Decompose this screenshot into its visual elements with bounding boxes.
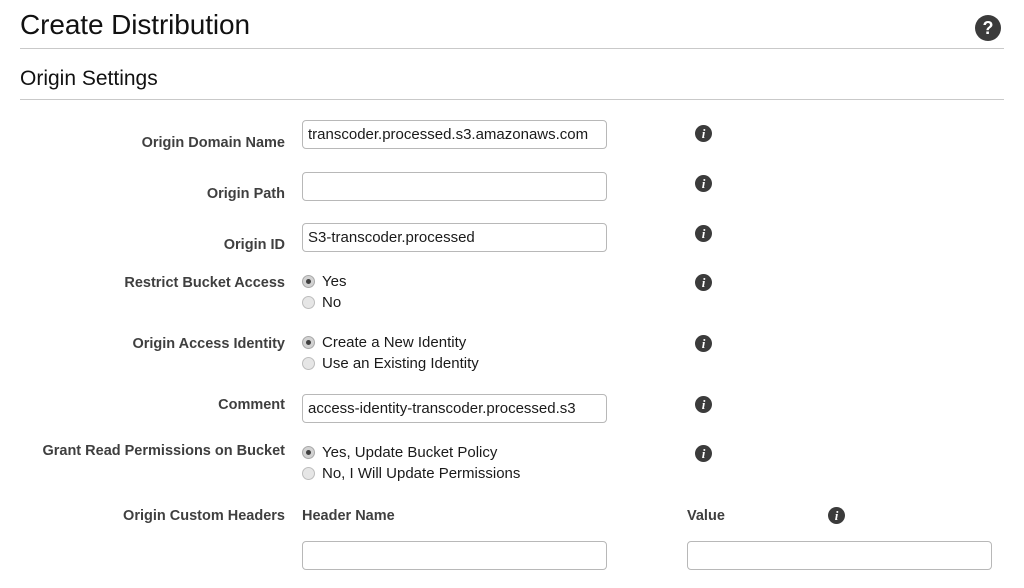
origin-path-input[interactable] bbox=[302, 172, 607, 201]
page-header: Create Distribution ? bbox=[20, 8, 1004, 48]
radio-mark bbox=[302, 296, 315, 309]
column-header-value: Value bbox=[687, 508, 725, 524]
radio-group-grant-read-permissions: Yes, Update Bucket Policy No, I Will Upd… bbox=[302, 442, 520, 484]
info-icon-comment[interactable]: i bbox=[695, 396, 712, 413]
radio-group-origin-access-identity: Create a New Identity Use an Existing Id… bbox=[302, 332, 479, 374]
info-icon-origin-path[interactable]: i bbox=[695, 175, 712, 192]
radio-mark bbox=[302, 336, 315, 349]
radio-origin-access-identity-create-new[interactable]: Create a New Identity bbox=[302, 332, 479, 353]
section-title-origin-settings: Origin Settings bbox=[20, 67, 158, 90]
info-icon-origin-domain-name[interactable]: i bbox=[695, 125, 712, 142]
radio-grant-read-permissions-no[interactable]: No, I Will Update Permissions bbox=[302, 463, 520, 484]
radio-origin-access-identity-use-existing[interactable]: Use an Existing Identity bbox=[302, 353, 479, 374]
radio-group-restrict-bucket-access: Yes No bbox=[302, 271, 346, 313]
column-header-header-name: Header Name bbox=[302, 508, 395, 524]
radio-label: Yes, Update Bucket Policy bbox=[322, 444, 498, 461]
radio-label: No bbox=[322, 294, 342, 311]
label-origin-path: Origin Path bbox=[206, 186, 285, 202]
radio-mark bbox=[302, 446, 315, 459]
comment-input[interactable] bbox=[302, 394, 607, 423]
label-origin-custom-headers: Origin Custom Headers bbox=[123, 508, 285, 524]
radio-label: Create a New Identity bbox=[322, 334, 467, 351]
section-divider bbox=[20, 99, 1004, 100]
info-icon-origin-custom-headers[interactable]: i bbox=[828, 507, 845, 524]
radio-grant-read-permissions-yes[interactable]: Yes, Update Bucket Policy bbox=[302, 442, 520, 463]
radio-mark bbox=[302, 357, 315, 370]
radio-label: Yes bbox=[322, 273, 347, 290]
custom-header-value-input-0[interactable] bbox=[687, 541, 992, 570]
label-origin-access-identity: Origin Access Identity bbox=[132, 336, 285, 352]
radio-mark bbox=[302, 467, 315, 480]
radio-mark bbox=[302, 275, 315, 288]
label-origin-domain-name: Origin Domain Name bbox=[141, 135, 285, 151]
label-grant-read-permissions: Grant Read Permissions on Bucket bbox=[42, 443, 285, 459]
radio-restrict-bucket-access-yes[interactable]: Yes bbox=[302, 271, 346, 292]
info-icon-origin-id[interactable]: i bbox=[695, 225, 712, 242]
origin-domain-name-input[interactable] bbox=[302, 120, 607, 149]
origin-id-input[interactable] bbox=[302, 223, 607, 252]
radio-label: No, I Will Update Permissions bbox=[322, 465, 521, 482]
help-circle-icon[interactable]: ? bbox=[975, 15, 1001, 41]
info-icon-grant-read-permissions[interactable]: i bbox=[695, 445, 712, 462]
label-origin-id: Origin ID bbox=[223, 237, 285, 253]
label-comment: Comment bbox=[218, 397, 285, 413]
create-distribution-page: Create Distribution ? Origin Settings Or… bbox=[0, 0, 1024, 588]
radio-restrict-bucket-access-no[interactable]: No bbox=[302, 292, 346, 313]
label-restrict-bucket-access: Restrict Bucket Access bbox=[124, 275, 285, 291]
radio-label: Use an Existing Identity bbox=[322, 355, 479, 372]
header-divider bbox=[20, 48, 1004, 49]
info-icon-restrict-bucket-access[interactable]: i bbox=[695, 274, 712, 291]
custom-header-name-input-0[interactable] bbox=[302, 541, 607, 570]
page-title: Create Distribution bbox=[20, 9, 250, 40]
info-icon-origin-access-identity[interactable]: i bbox=[695, 335, 712, 352]
